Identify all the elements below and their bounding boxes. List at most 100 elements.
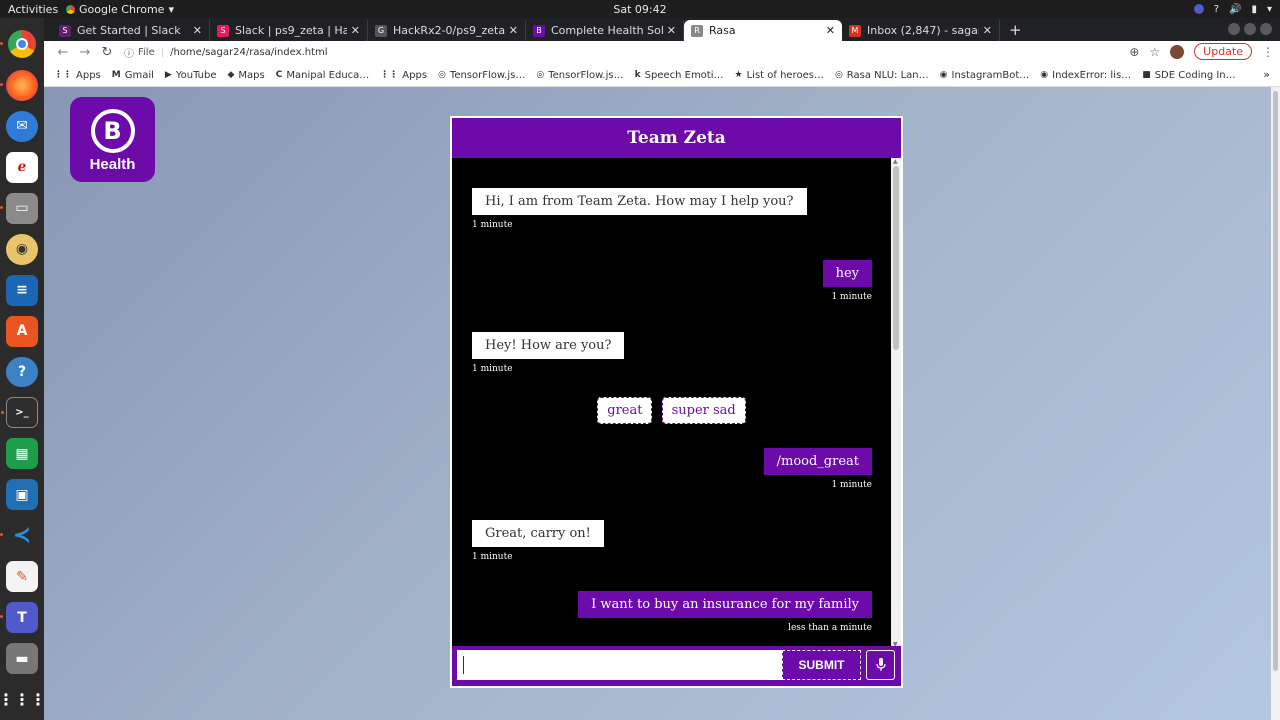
close-tab-icon[interactable]: ✕ [983, 24, 992, 37]
bookmark-item[interactable]: ◎ TensorFlow.js… [536, 70, 623, 81]
drive-icon[interactable]: ▬ [6, 643, 38, 675]
vscode-icon[interactable]: ≺ [0, 520, 38, 551]
submit-button[interactable]: SUBMIT [782, 650, 861, 680]
bookmark-icon: k [634, 70, 641, 80]
message-bubble: /mood_great [763, 448, 872, 475]
message-time: 1 minute [472, 364, 513, 374]
chevron-down-icon[interactable]: ▾ [1267, 4, 1272, 15]
bookmark-item[interactable]: k Speech Emoti… [635, 70, 724, 81]
bookmark-icon: ⋮⋮ [54, 70, 72, 80]
bookmark-item[interactable]: ⋮⋮ Apps [54, 70, 101, 81]
bookmark-item[interactable]: ◉ IndexError: lis… [1040, 70, 1131, 81]
tab-title: Slack | ps9_zeta | HackRx [235, 24, 347, 37]
teams-icon[interactable]: T [0, 602, 38, 634]
tab-strip: S Get Started | Slack ✕ S Slack | ps9_zeta |… [44, 18, 1280, 41]
volume-icon[interactable]: 🔊 [1229, 4, 1241, 15]
browser-tab[interactable]: B Complete Health Solution ✕ [526, 20, 684, 41]
system-top-bar: Activities Google Chrome ▾ Sat 09:42 ? 🔊… [0, 0, 1280, 18]
message-input[interactable] [457, 650, 782, 680]
help-tray-icon[interactable]: ? [1214, 4, 1219, 15]
message-list[interactable]: Hi, I am from Team Zeta. How may I help … [452, 158, 891, 648]
close-tab-icon[interactable]: ✕ [193, 24, 202, 37]
clock[interactable]: Sat 09:42 [0, 3, 1280, 16]
terminal-icon[interactable]: >_ [1, 397, 38, 429]
forward-icon[interactable]: → [74, 45, 96, 60]
bookmark-item[interactable]: ⋮⋮ Apps [380, 70, 427, 81]
app-menu[interactable]: Google Chrome ▾ [66, 3, 174, 16]
page-content: B Health Team Zeta Hi, I am from Team Ze… [44, 87, 1271, 720]
thunderbird-icon[interactable]: ✉ [6, 110, 38, 142]
bookmark-item[interactable]: ◎ Rasa NLU: Lan… [835, 70, 929, 81]
chrome-icon[interactable] [0, 29, 38, 60]
firefox-icon[interactable] [0, 69, 38, 101]
tab-title: Rasa [709, 24, 736, 37]
calc-icon[interactable]: ▦ [6, 438, 38, 470]
bookmark-item[interactable]: ◎ TensorFlow.js… [438, 70, 525, 81]
tab-title: HackRx2-0/ps9_zeta [393, 24, 505, 37]
chevron-down-icon: ▾ [168, 2, 174, 16]
show-apps-icon[interactable]: ⋮⋮⋮ [0, 684, 46, 715]
evince-icon[interactable]: ℯ [6, 151, 38, 183]
bot-message: Hey! How are you? 1 minute [472, 332, 625, 374]
maximize-icon[interactable] [1244, 23, 1256, 35]
back-icon[interactable]: ← [52, 45, 74, 60]
message-time: less than a minute [788, 623, 872, 633]
software-center-icon[interactable]: A [6, 315, 38, 347]
bookmark-label: YouTube [175, 69, 217, 81]
quick-reply-great[interactable]: great [597, 397, 653, 424]
system-tray[interactable]: ? 🔊 ▮ ▾ [1193, 0, 1272, 18]
browser-tab[interactable]: M Inbox (2,847) - sagarpatha ✕ [842, 20, 1000, 41]
mic-button[interactable] [866, 650, 895, 680]
help-icon[interactable]: ? [6, 356, 38, 388]
message-scrollbar[interactable]: ▲ ▼ [891, 158, 901, 648]
more-menu-icon[interactable]: ⋮ [1262, 45, 1274, 59]
activities-button[interactable]: Activities [0, 3, 62, 16]
text-editor-icon[interactable]: ✎ [6, 561, 38, 593]
address-bar[interactable]: ⓘ File | /home/sagar24/rasa/index.html [124, 45, 327, 60]
more-bookmarks-icon[interactable]: » [1263, 68, 1270, 81]
message-time: 1 minute [831, 480, 872, 490]
battery-icon[interactable]: ▮ [1251, 4, 1257, 15]
bookmark-item[interactable]: ◉ InstagramBot… [940, 70, 1030, 81]
minimize-icon[interactable] [1228, 23, 1240, 35]
update-button[interactable]: Update [1194, 43, 1252, 60]
bookmark-label: IndexError: lis… [1052, 69, 1132, 81]
url-text[interactable]: /home/sagar24/rasa/index.html [170, 47, 327, 58]
scroll-thumb[interactable] [893, 166, 899, 350]
new-tab-icon[interactable]: + [1000, 21, 1031, 41]
close-tab-icon[interactable]: ✕ [509, 24, 518, 37]
bookmark-item[interactable]: ◆ Maps [228, 70, 265, 81]
page-scrollbar[interactable] [1271, 87, 1280, 720]
quick-reply-super-sad[interactable]: super sad [661, 397, 746, 424]
teams-tray-icon[interactable] [1193, 4, 1204, 14]
browser-tab[interactable]: S Slack | ps9_zeta | HackRx ✕ [210, 20, 368, 41]
bookmark-star-icon[interactable]: ☆ [1149, 45, 1160, 59]
remmina-icon[interactable]: ▣ [6, 479, 38, 511]
browser-tab[interactable]: S Get Started | Slack ✕ [52, 20, 210, 41]
bookmark-icon: ⋮⋮ [380, 70, 399, 80]
close-tab-icon[interactable]: ✕ [351, 24, 360, 37]
bookmark-item[interactable]: ■ SDE Coding In… [1142, 70, 1235, 81]
bookmark-item[interactable]: C Manipal Educa… [276, 70, 370, 81]
bookmark-label: TensorFlow.js… [548, 69, 624, 81]
bookmark-item[interactable]: M Gmail [112, 70, 154, 81]
message-bubble: Great, carry on! [472, 520, 604, 547]
files-icon[interactable]: ▭ [0, 192, 38, 224]
avatar[interactable] [1170, 44, 1185, 59]
browser-tab[interactable]: G HackRx2-0/ps9_zeta ✕ [368, 20, 526, 41]
close-tab-icon[interactable]: ✕ [667, 24, 676, 37]
zoom-icon[interactable]: ⊕ [1129, 45, 1139, 59]
reload-icon[interactable]: ↻ [96, 45, 118, 60]
bookmark-item[interactable]: ★ List of heroes… [735, 70, 824, 81]
close-tab-icon[interactable]: ✕ [826, 24, 835, 37]
browser-tab[interactable]: R Rasa ✕ [684, 20, 842, 41]
info-icon[interactable]: ⓘ [124, 45, 134, 60]
writer-icon[interactable]: ≡ [6, 274, 38, 306]
scroll-up-icon[interactable]: ▲ [893, 158, 898, 165]
tab-favicon-icon: S [59, 24, 71, 37]
bookmark-item[interactable]: ▶ YouTube [165, 70, 217, 81]
message-bubble: Hey! How are you? [472, 332, 625, 359]
rhythmbox-icon[interactable]: ◉ [6, 233, 38, 265]
close-window-icon[interactable] [1260, 23, 1272, 35]
page-scroll-thumb[interactable] [1273, 91, 1278, 671]
